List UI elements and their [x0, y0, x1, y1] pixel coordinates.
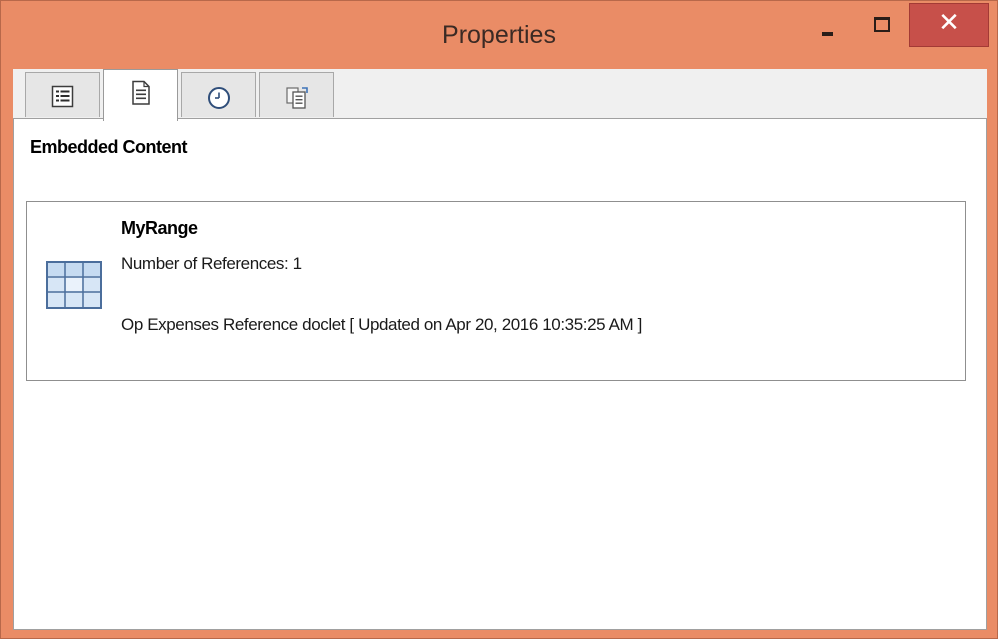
tab-references[interactable] [259, 72, 334, 117]
section-title: Embedded Content [30, 137, 188, 157]
maximize-button[interactable] [861, 5, 901, 45]
tab-history[interactable] [181, 72, 256, 117]
tab-properties-list[interactable] [25, 72, 100, 117]
range-grid-icon [46, 261, 102, 309]
properties-window: Properties ✕ Embedded Content MyRange Nu… [0, 0, 998, 639]
close-button[interactable]: ✕ [909, 3, 989, 47]
close-icon: ✕ [938, 8, 960, 38]
list-icon [51, 85, 74, 108]
dialog-body: Embedded Content MyRange Number of Refer… [13, 69, 987, 630]
documents-icon [286, 87, 308, 109]
minimize-button[interactable] [809, 5, 849, 45]
item-name: MyRange [121, 218, 198, 238]
minimize-icon [822, 32, 833, 36]
clock-icon [208, 87, 230, 109]
reference-count: Number of References: 1 [121, 254, 302, 273]
embedded-item[interactable]: MyRange Number of References: 1 Op Expen… [26, 201, 966, 381]
doclet-link-info: Op Expenses Reference doclet [ Updated o… [121, 315, 642, 334]
document-icon [132, 80, 150, 105]
embedded-content-panel: Embedded Content MyRange Number of Refer… [13, 118, 987, 630]
maximize-icon [874, 17, 890, 32]
title-bar[interactable]: Properties ✕ [1, 1, 997, 67]
tab-embedded-content[interactable] [103, 69, 178, 121]
